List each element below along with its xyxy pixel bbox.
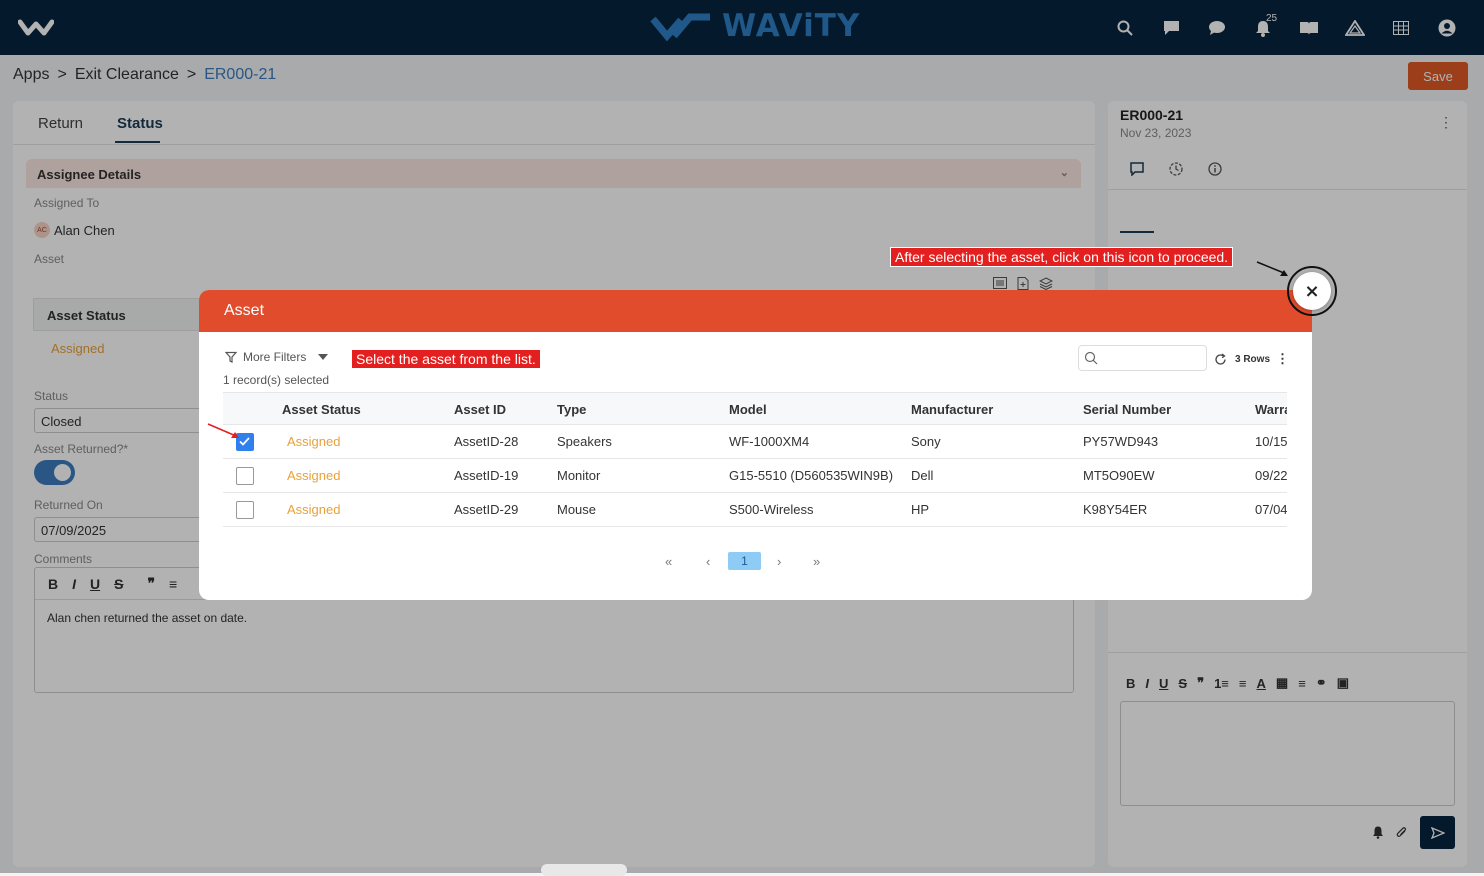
rows-count[interactable]: 3 Rows xyxy=(1235,354,1270,365)
first-page-button[interactable]: « xyxy=(665,554,685,569)
model-cell: S500-Wireless xyxy=(729,502,814,517)
asset-status-cell: Assigned xyxy=(287,468,341,483)
asset-id-cell: AssetID-29 xyxy=(454,502,519,517)
search-input[interactable] xyxy=(1078,345,1207,371)
serial-number-cell: K98Y54ER xyxy=(1083,502,1148,517)
column-header[interactable]: Asset Status xyxy=(282,402,361,417)
type-cell: Mouse xyxy=(557,502,597,517)
page-number-current[interactable]: 1 xyxy=(728,552,761,570)
records-selected-text: 1 record(s) selected xyxy=(223,373,330,387)
filter-icon xyxy=(225,351,237,363)
refresh-icon[interactable] xyxy=(1214,352,1227,366)
rows-control: 3 Rows ⋮ xyxy=(1214,351,1289,367)
manufacturer-cell: Dell xyxy=(911,468,934,483)
column-header[interactable]: Serial Number xyxy=(1083,402,1171,417)
warranty-cell: 07/04 xyxy=(1255,502,1287,517)
model-cell: WF-1000XM4 xyxy=(729,434,810,449)
pagination: « ‹ 1 › » xyxy=(665,552,833,570)
select-asset-callout: Select the asset from the list. xyxy=(351,349,541,369)
asset-table: Asset Status Asset ID Type Model Manufac… xyxy=(223,392,1287,529)
type-cell: Monitor xyxy=(557,468,601,483)
asset-status-cell: Assigned xyxy=(287,434,341,449)
prev-page-button[interactable]: ‹ xyxy=(706,554,728,569)
asset-picker-modal: Asset More Filters 1 record(s) selected … xyxy=(199,290,1312,600)
more-filters-button[interactable]: More Filters xyxy=(225,350,329,364)
modal-title: Asset xyxy=(199,290,1312,332)
type-cell: Speakers xyxy=(557,434,612,449)
serial-number-cell: MT5O90EW xyxy=(1083,468,1155,483)
row-checkbox[interactable] xyxy=(236,501,254,519)
row-checkbox[interactable] xyxy=(236,467,254,485)
callout-arrow-icon xyxy=(207,423,239,438)
table-row[interactable]: Assigned AssetID-29 Mouse S500-Wireless … xyxy=(223,493,1287,527)
asset-status-cell: Assigned xyxy=(287,502,341,517)
table-row[interactable]: Assigned AssetID-28 Speakers WF-1000XM4 … xyxy=(223,425,1287,459)
manufacturer-cell: HP xyxy=(911,502,930,517)
callout-arrow-icon xyxy=(1256,261,1288,276)
caret-down-icon xyxy=(318,354,329,360)
column-header[interactable]: Model xyxy=(729,402,767,417)
table-header-row: Asset Status Asset ID Type Model Manufac… xyxy=(223,392,1287,425)
more-filters-label: More Filters xyxy=(243,350,307,364)
warranty-cell: 10/15 xyxy=(1255,434,1287,449)
column-header[interactable]: Manufacturer xyxy=(911,402,993,417)
asset-id-cell: AssetID-19 xyxy=(454,468,519,483)
last-page-button[interactable]: » xyxy=(813,554,833,569)
search-icon xyxy=(1084,351,1098,365)
column-options-icon[interactable]: ⋮ xyxy=(1276,351,1289,367)
table-row[interactable]: Assigned AssetID-19 Monitor G15-5510 (D5… xyxy=(223,459,1287,493)
column-header[interactable]: Type xyxy=(557,402,586,417)
next-page-button[interactable]: › xyxy=(777,554,797,569)
close-modal-button[interactable]: × xyxy=(1293,272,1331,310)
column-header[interactable]: Asset ID xyxy=(454,402,506,417)
warranty-cell: 09/22 xyxy=(1255,468,1287,483)
scroll-handle[interactable] xyxy=(541,864,627,876)
column-header[interactable]: Warranty xyxy=(1255,402,1287,417)
model-cell: G15-5510 (D560535WIN9B) xyxy=(729,468,894,483)
click-icon-callout: After selecting the asset, click on this… xyxy=(890,247,1234,267)
serial-number-cell: PY57WD943 xyxy=(1083,434,1159,449)
asset-id-cell: AssetID-28 xyxy=(454,434,519,449)
manufacturer-cell: Sony xyxy=(911,434,941,449)
